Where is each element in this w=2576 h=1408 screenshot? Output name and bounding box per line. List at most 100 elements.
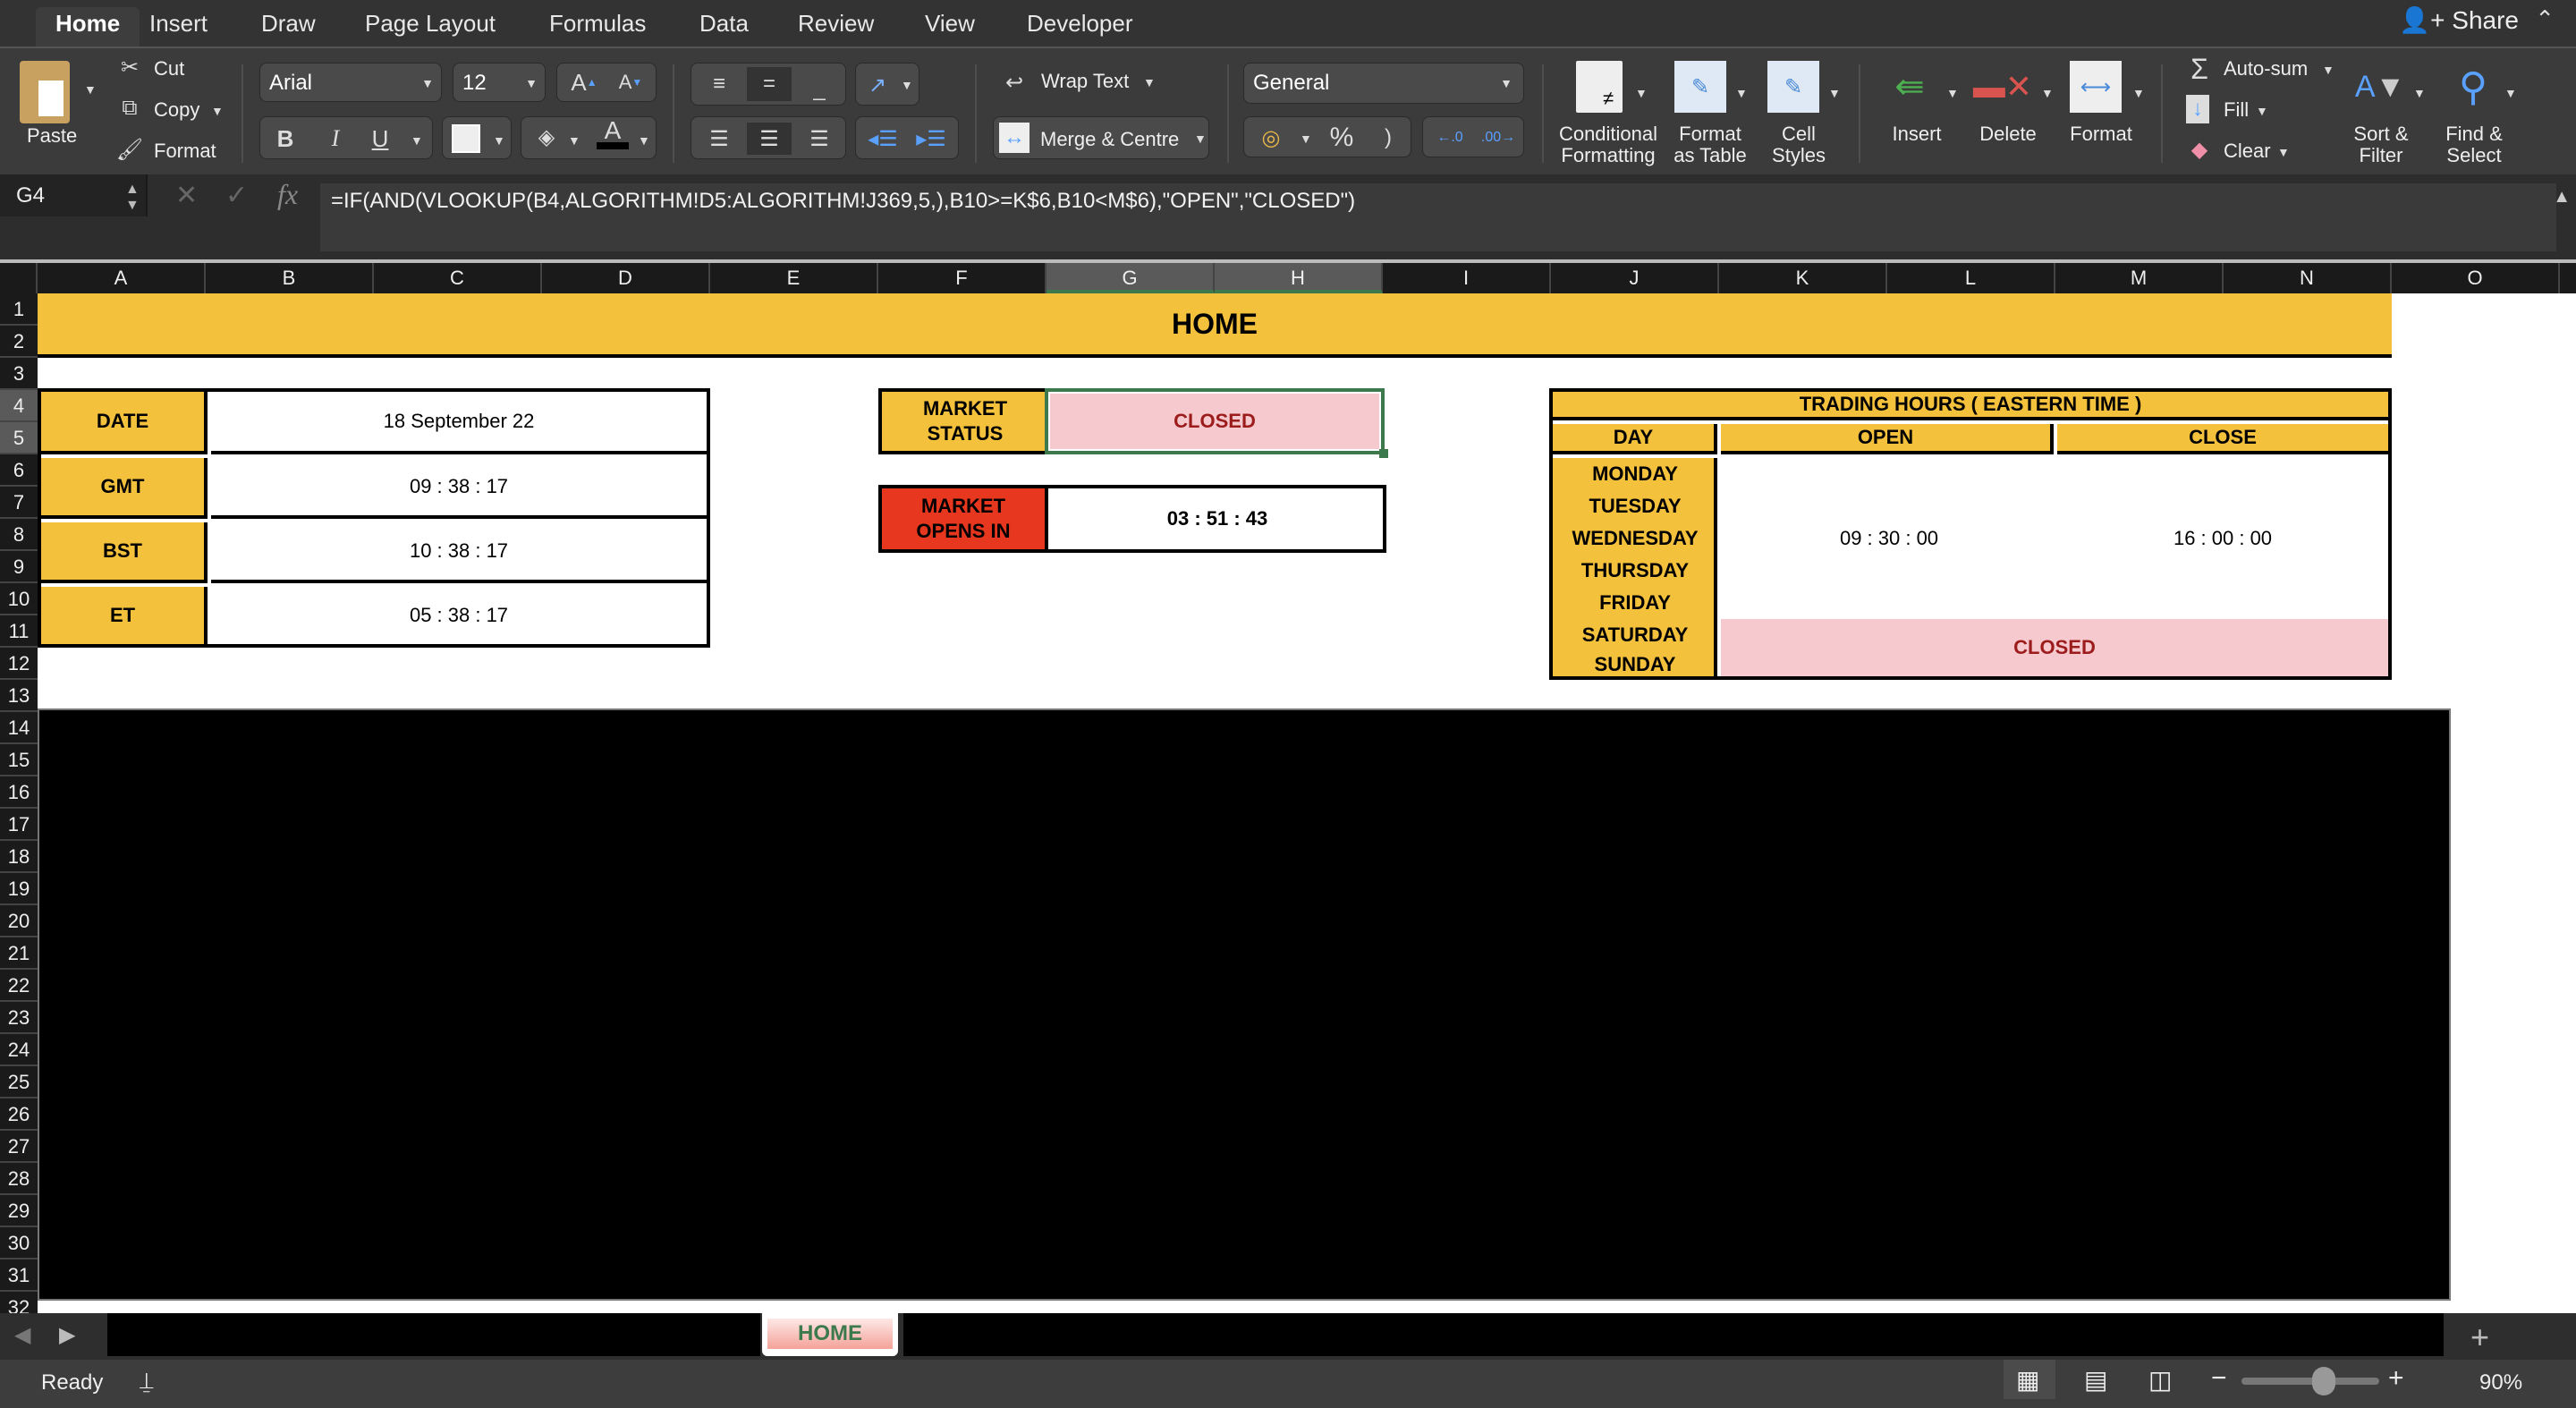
row-header-28[interactable]: 28	[0, 1163, 38, 1195]
row-header-25[interactable]: 25	[0, 1066, 38, 1098]
autosum-button[interactable]: Auto-sum	[2224, 57, 2308, 81]
comma-style-button[interactable]: )	[1368, 121, 1409, 155]
increase-indent-icon[interactable]: ▸☰	[908, 123, 954, 155]
row-header-14[interactable]: 14	[0, 712, 38, 744]
row-header-22[interactable]: 22	[0, 970, 38, 1002]
enter-checkmark-icon[interactable]: ✓	[225, 180, 248, 211]
column-header-c[interactable]: C	[374, 263, 542, 293]
row-header-24[interactable]: 24	[0, 1034, 38, 1066]
row-header-7[interactable]: 7	[0, 487, 38, 519]
fill-color-icon[interactable]: ◈	[530, 121, 563, 153]
align-left-icon[interactable]: ☰	[697, 123, 741, 155]
tab-data[interactable]: Data	[699, 7, 749, 47]
borders-button[interactable]: ▼	[442, 116, 512, 159]
paste-button[interactable]: Paste	[27, 125, 77, 147]
increase-font-size-icon[interactable]: A ▲	[563, 69, 606, 96]
gmt-value[interactable]: 09 : 38 : 17	[211, 458, 707, 519]
sort-filter-button[interactable]: Sort & Filter	[2343, 123, 2419, 166]
row-header-11[interactable]: 11	[0, 615, 38, 648]
paste-icon[interactable]	[20, 61, 70, 123]
row-header-20[interactable]: 20	[0, 905, 38, 937]
tab-home[interactable]: Home	[36, 7, 140, 47]
chevron-down-icon[interactable]: ▼	[1635, 86, 1648, 100]
font-name-select[interactable]: Arial ▼	[259, 63, 442, 102]
column-header-l[interactable]: L	[1887, 263, 2055, 293]
cell-styles-button[interactable]: Cell Styles	[1758, 123, 1839, 166]
tab-review[interactable]: Review	[798, 7, 874, 47]
conditional-formatting-button[interactable]: Conditional Formatting	[1553, 123, 1664, 166]
row-header-18[interactable]: 18	[0, 841, 38, 873]
row-header-3[interactable]: 3	[0, 358, 38, 390]
row-header-27[interactable]: 27	[0, 1131, 38, 1163]
row-header-12[interactable]: 12	[0, 648, 38, 680]
wrap-text-dropdown-icon[interactable]: ▼	[1143, 75, 1156, 89]
zoom-in-button[interactable]: +	[2388, 1363, 2404, 1394]
page-layout-view-icon[interactable]: ▤	[2084, 1365, 2107, 1395]
tab-developer[interactable]: Developer	[1027, 7, 1133, 47]
row-header-29[interactable]: 29	[0, 1195, 38, 1227]
column-header-b[interactable]: B	[206, 263, 374, 293]
fill-dropdown-icon[interactable]: ▼	[2256, 104, 2268, 118]
column-header-n[interactable]: N	[2224, 263, 2392, 293]
clear-button[interactable]: Clear	[2224, 140, 2271, 163]
align-top-icon[interactable]: ≡	[697, 67, 741, 101]
percent-button[interactable]: %	[1319, 121, 1364, 155]
wrap-text-button[interactable]: Wrap Text	[1041, 70, 1129, 93]
tab-draw[interactable]: Draw	[261, 7, 316, 47]
font-color-icon[interactable]: A	[597, 116, 629, 149]
worksheet[interactable]: HOME DATE 18 September 22 GMT 09 : 38 : …	[38, 293, 2576, 1313]
tab-formulas[interactable]: Formulas	[549, 7, 646, 47]
align-bottom-icon[interactable]: _	[797, 72, 842, 106]
select-all-corner[interactable]	[0, 263, 38, 293]
expand-formula-bar-icon[interactable]: ▲	[2553, 187, 2571, 208]
chevron-down-icon[interactable]: ▼	[2413, 86, 2426, 100]
insert-cells-button[interactable]: Insert	[1887, 123, 1946, 145]
weekday-close-time[interactable]: 16 : 00 : 00	[2057, 458, 2388, 619]
bst-value[interactable]: 10 : 38 : 17	[211, 522, 707, 583]
formula-input[interactable]: =IF(AND(VLOOKUP(B4,ALGORITHM!D5:ALGORITH…	[320, 183, 2556, 251]
sheet-tab-home[interactable]: HOME	[762, 1313, 898, 1356]
copy-button[interactable]: Copy	[154, 98, 199, 122]
row-header-16[interactable]: 16	[0, 776, 38, 809]
accessibility-icon[interactable]: ⍊	[140, 1367, 154, 1395]
autosum-dropdown-icon[interactable]: ▼	[2322, 63, 2334, 77]
row-header-23[interactable]: 23	[0, 1002, 38, 1034]
column-header-o[interactable]: O	[2392, 263, 2560, 293]
column-header-a[interactable]: A	[38, 263, 206, 293]
font-color-dropdown-icon[interactable]: ▼	[638, 133, 650, 148]
chevron-down-icon[interactable]: ▼	[2504, 86, 2517, 100]
row-header-6[interactable]: 6	[0, 454, 38, 487]
column-header-m[interactable]: M	[2055, 263, 2224, 293]
market-opens-in-value[interactable]: 03 : 51 : 43	[1052, 488, 1383, 549]
row-header-13[interactable]: 13	[0, 680, 38, 712]
tab-view[interactable]: View	[925, 7, 975, 47]
et-value[interactable]: 05 : 38 : 17	[211, 587, 707, 644]
row-header-21[interactable]: 21	[0, 937, 38, 970]
insert-function-icon[interactable]: fx	[277, 178, 298, 211]
weekend-closed[interactable]: CLOSED	[1721, 619, 2388, 676]
row-header-5[interactable]: 5	[0, 422, 38, 454]
format-painter-button[interactable]: Format	[154, 140, 216, 163]
currency-dropdown-icon[interactable]: ▼	[1300, 131, 1312, 146]
zoom-out-button[interactable]: −	[2211, 1363, 2227, 1394]
fill-color-dropdown-icon[interactable]: ▼	[568, 133, 580, 148]
row-header-31[interactable]: 31	[0, 1260, 38, 1292]
fill-handle[interactable]	[1379, 449, 1388, 458]
collapse-ribbon-icon[interactable]: ⌃	[2535, 5, 2555, 33]
row-header-9[interactable]: 9	[0, 551, 38, 583]
column-header-k[interactable]: K	[1719, 263, 1887, 293]
column-header-i[interactable]: I	[1383, 263, 1551, 293]
zoom-slider-track[interactable]	[2241, 1378, 2379, 1385]
market-status-value[interactable]: CLOSED	[1045, 388, 1385, 454]
row-header-10[interactable]: 10	[0, 583, 38, 615]
format-as-table-button[interactable]: Format as Table	[1665, 123, 1755, 166]
name-box-stepper-icon[interactable]: ▲ ▼	[125, 182, 140, 214]
row-header-15[interactable]: 15	[0, 744, 38, 776]
increase-decimal-icon[interactable]: ←.0	[1427, 121, 1473, 155]
tab-insert[interactable]: Insert	[149, 7, 208, 47]
underline-dropdown-icon[interactable]: ▼	[411, 133, 423, 148]
cut-button[interactable]: Cut	[154, 57, 184, 81]
chevron-down-icon[interactable]: ▼	[1735, 86, 1748, 100]
row-header-30[interactable]: 30	[0, 1227, 38, 1260]
chevron-down-icon[interactable]: ▼	[1828, 86, 1841, 100]
